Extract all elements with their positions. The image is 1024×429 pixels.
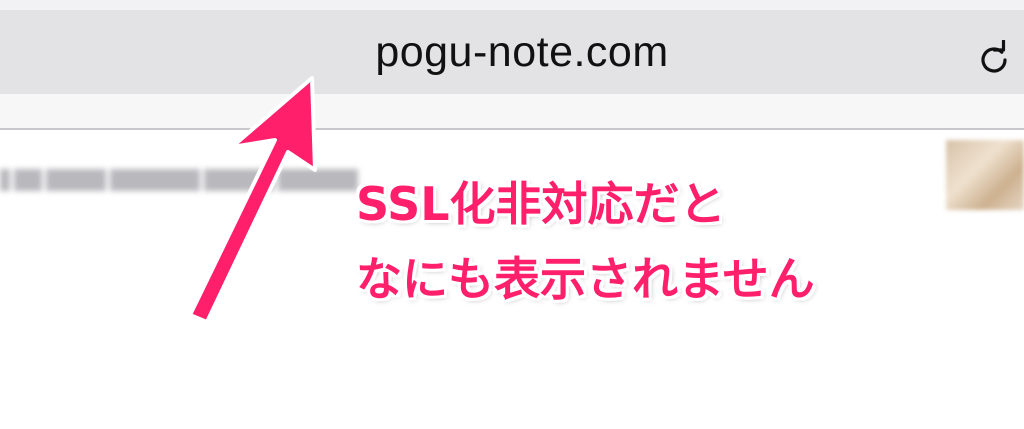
toolbar-divider-area bbox=[0, 94, 1024, 130]
reload-button[interactable] bbox=[966, 32, 1022, 88]
browser-top-strip bbox=[0, 0, 1024, 10]
url-text[interactable]: pogu-note.com bbox=[0, 28, 1024, 77]
blurred-page-text bbox=[0, 150, 360, 210]
annotation-text-line-2: なにも表示されません bbox=[356, 252, 815, 306]
reload-icon bbox=[981, 40, 1007, 73]
blurred-thumbnail-image bbox=[946, 140, 1024, 210]
annotation-text-line-1: SSL化非対応だと bbox=[356, 177, 726, 231]
address-bar[interactable]: pogu-note.com bbox=[0, 10, 1024, 94]
